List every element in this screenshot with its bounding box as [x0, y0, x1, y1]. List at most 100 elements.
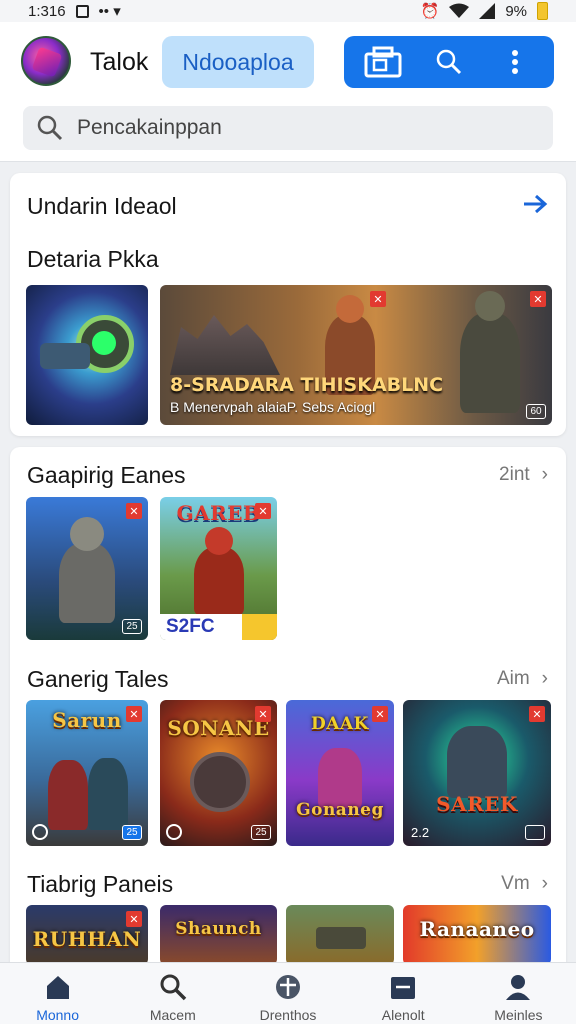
- search-icon: [37, 115, 63, 141]
- game-tile[interactable]: Shaunch: [160, 905, 277, 965]
- section-title: Ganerig Tales: [27, 666, 169, 692]
- battery-icon: [537, 2, 548, 20]
- banner-subtitle: B Menervpah alaiaP. Sebs Aciogl: [170, 399, 376, 415]
- hero-figure: [88, 758, 128, 830]
- tank-art: [316, 927, 366, 949]
- tile-badge-icon: ✕: [372, 706, 388, 722]
- more-vert-icon: [512, 50, 518, 74]
- game-lists-card: Gaapirig Eanes 2int › ✕ 25 GAREB ✕ S2FC …: [10, 447, 566, 1007]
- app-bar: Talok Ndooaploa Pencakainppan: [0, 22, 576, 162]
- tile-badge-icon: ✕: [126, 503, 142, 519]
- logo-gem-icon: [31, 46, 63, 78]
- tile-corner-badge: [525, 825, 545, 840]
- chevron-right-icon: ›: [541, 668, 548, 689]
- heroine-head: [336, 295, 364, 323]
- section-count: 2int: [499, 464, 530, 485]
- section-title: Tiabrig Paneis: [27, 871, 174, 897]
- tile-count-badge: 25: [251, 825, 271, 840]
- section-more-link[interactable]: Vm ›: [501, 873, 548, 895]
- game-tile[interactable]: GAREB ✕ S2FC: [160, 497, 277, 640]
- downloads-tab[interactable]: Ndooaploa: [162, 36, 314, 88]
- knight-figure: [59, 543, 115, 623]
- banner-corner-badge: 60: [526, 404, 546, 419]
- section-more-link[interactable]: Aim ›: [497, 668, 548, 690]
- castle-art: [170, 315, 280, 375]
- app-logo-avatar[interactable]: [21, 36, 71, 86]
- section-more-link[interactable]: 2int ›: [499, 464, 548, 486]
- alarm-icon: ⏰: [420, 3, 440, 20]
- search-icon: [160, 974, 187, 1001]
- nav-label: Macem: [149, 1007, 196, 1023]
- hero-figure: [48, 760, 88, 830]
- game-art-barrel: [40, 343, 90, 369]
- tile-badge-icon: ✕: [126, 911, 142, 927]
- tile-badge-icon: ✕: [529, 706, 545, 722]
- game-tile[interactable]: DAAK Gonaneg ✕: [286, 700, 394, 846]
- game-title: RUHHAN: [32, 927, 142, 951]
- tile-badge-icon: ✕: [255, 503, 271, 519]
- game-tile[interactable]: ✕ 25: [26, 497, 148, 640]
- banner-title: 8-SRADARA TIHISKABLNC: [170, 374, 444, 396]
- game-art-glow: [92, 331, 116, 355]
- section-count: Vm: [501, 873, 530, 894]
- nav-profile[interactable]: Meinles: [461, 963, 576, 1024]
- nav-label: Drenthos: [259, 1007, 317, 1023]
- featured-card: Undarin Ideaol Detaria Pkka ✕ ✕ 8-SRADAR…: [10, 173, 566, 436]
- tile-count-badge: 2.2: [411, 825, 430, 840]
- tile-badge-icon: ✕: [126, 706, 142, 722]
- nav-library[interactable]: Alenolt: [346, 963, 461, 1024]
- overflow-menu-button[interactable]: [490, 42, 540, 82]
- nav-label: Meinles: [494, 1007, 543, 1023]
- hero-figure: [318, 748, 362, 808]
- game-tile[interactable]: Sarun ✕ 25: [26, 700, 148, 846]
- app-title: Talok: [90, 48, 149, 76]
- nav-explore[interactable]: Drenthos: [230, 963, 345, 1024]
- featured-banner[interactable]: ✕ ✕ 8-SRADARA TIHISKABLNC B Menervpah al…: [160, 285, 552, 425]
- game-title: SAREK: [436, 792, 518, 816]
- warrior-figure: [460, 313, 520, 413]
- chevron-right-icon: ›: [541, 873, 548, 894]
- banner-badge-icon: ✕: [370, 291, 386, 307]
- status-bar: 1:316 •• ▾ ⏰ 9%: [0, 0, 576, 22]
- game-tile[interactable]: RUHHAN ✕: [26, 905, 148, 965]
- tile-circle-icon: [32, 824, 48, 840]
- warrior-head: [475, 291, 505, 321]
- dots-icon: •• ▾: [98, 3, 121, 20]
- game-tile[interactable]: SONANE ✕ 25: [160, 700, 277, 846]
- hero-figure: [193, 547, 244, 615]
- game-tile[interactable]: [286, 905, 394, 965]
- notification-icon: [75, 4, 89, 18]
- nav-label: Monno: [36, 1007, 79, 1023]
- game-title: Ranaaneo: [419, 917, 535, 941]
- nav-label: Alenolt: [381, 1007, 425, 1023]
- section-count: Aim: [496, 668, 530, 689]
- chevron-right-icon: ›: [541, 464, 548, 485]
- featured-heading: Undarin Ideaol: [27, 193, 177, 219]
- signal-icon: [479, 3, 496, 19]
- wifi-icon: [449, 3, 470, 18]
- home-icon: [46, 976, 69, 999]
- game-tile[interactable]: SAREK ✕ 2.2: [403, 700, 551, 846]
- arrow-forward-icon[interactable]: [522, 193, 548, 215]
- section-title: Gaapirig Eanes: [27, 462, 186, 488]
- search-placeholder: Pencakainppan: [77, 116, 222, 139]
- cast-icon: [364, 46, 402, 78]
- featured-game-tile[interactable]: [26, 285, 148, 425]
- game-title: Shaunch: [175, 919, 262, 939]
- game-title: Gonaneg: [296, 800, 384, 820]
- hero-head: [204, 527, 233, 555]
- search-field[interactable]: Pencakainppan: [23, 106, 553, 150]
- compass-icon: [276, 975, 300, 999]
- battery-percent: 9%: [505, 2, 527, 20]
- robot-art: [190, 752, 250, 812]
- cast-button[interactable]: [358, 42, 408, 82]
- nav-search[interactable]: Macem: [115, 963, 230, 1024]
- library-icon: [391, 977, 416, 999]
- action-bar: [344, 36, 554, 88]
- game-tile[interactable]: Ranaaneo: [403, 905, 551, 965]
- knight-head: [70, 517, 104, 551]
- search-button[interactable]: [424, 42, 474, 82]
- nav-home[interactable]: Monno: [0, 963, 115, 1024]
- search-icon: [436, 49, 462, 75]
- tile-count-badge: 25: [122, 825, 142, 840]
